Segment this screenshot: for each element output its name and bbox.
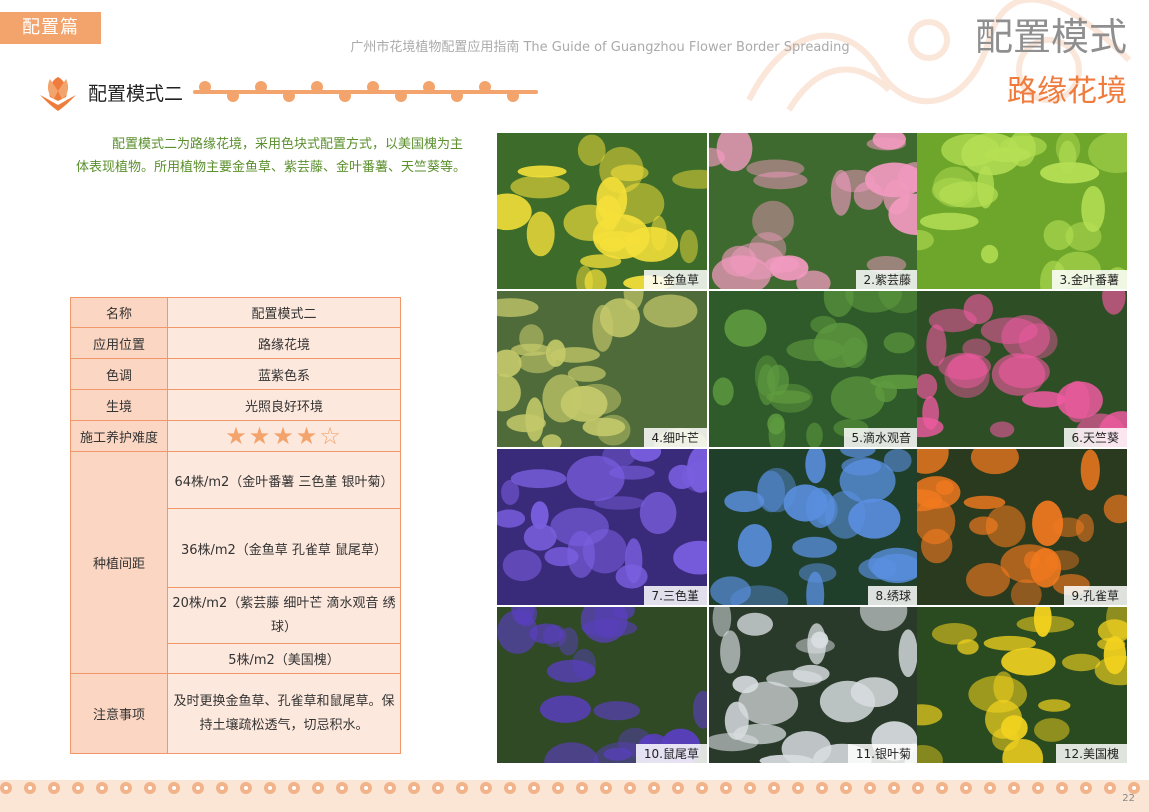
table-key: 施工养护难度 — [70, 420, 168, 452]
table-key: 生境 — [70, 389, 168, 421]
photo-placeholder — [709, 607, 919, 763]
photo-placeholder — [709, 291, 919, 447]
page-title: 配置模式 — [974, 15, 1127, 59]
plant-photo: 8.绣球 — [709, 449, 919, 605]
plant-photo: 10.鼠尾草 — [497, 607, 707, 763]
photo-placeholder — [497, 607, 707, 763]
note-value: 及时更换金鱼草、孔雀草和鼠尾草。保持土壤疏松透气，切忌积水。 — [167, 673, 401, 754]
spacing-value: 20株/m2（紫芸藤 细叶芒 滴水观音 绣球） — [167, 587, 401, 644]
guide-title: 广州市花境植物配置应用指南 The Guide of Guangzhou Flo… — [350, 40, 850, 55]
photo-placeholder — [709, 449, 919, 605]
plant-photo: 9.孔雀草 — [917, 449, 1127, 605]
photo-caption: 7.三色堇 — [643, 586, 707, 605]
photo-caption: 2.紫芸藤 — [855, 270, 919, 289]
spacing-value: 5株/m2（美国槐） — [167, 643, 401, 674]
plant-photo: 11.银叶菊 — [709, 607, 919, 763]
page-subtitle: 路缘花境 — [1007, 74, 1127, 109]
photo-placeholder — [497, 449, 707, 605]
section-tag: 配置篇 — [0, 12, 101, 44]
photo-placeholder — [497, 291, 707, 447]
spacing-value: 64株/m2（金叶番薯 三色堇 银叶菊） — [167, 451, 401, 509]
table-value: 配置模式二 — [167, 297, 401, 328]
plant-photo: 6.天竺葵 — [917, 291, 1127, 447]
table-value: 蓝紫色系 — [167, 358, 401, 390]
table-value: 光照良好环境 — [167, 389, 401, 421]
photo-placeholder — [917, 449, 1127, 605]
table-key: 应用位置 — [70, 327, 168, 359]
photo-placeholder — [709, 133, 919, 289]
page-number: 22 — [1122, 793, 1135, 804]
section-title: 配置模式二 — [88, 82, 184, 105]
photo-caption: 8.绣球 — [867, 586, 919, 605]
photo-caption: 5.滴水观音 — [843, 428, 919, 447]
photo-caption: 3.金叶番薯 — [1051, 270, 1127, 289]
plant-photo: 5.滴水观音 — [709, 291, 919, 447]
photo-placeholder — [917, 291, 1127, 447]
plant-photo: 12.美国槐 — [917, 607, 1127, 763]
plant-photo: 2.紫芸藤 — [709, 133, 919, 289]
table-key: 名称 — [70, 297, 168, 328]
photo-placeholder — [497, 133, 707, 289]
plant-photo: 3.金叶番薯 — [917, 133, 1127, 289]
plant-photo: 1.金鱼草 — [497, 133, 707, 289]
photo-caption: 9.孔雀草 — [1063, 586, 1127, 605]
table-row: 生境 光照良好环境 — [70, 389, 401, 421]
table-key: 注意事项 — [70, 673, 168, 754]
plant-photo: 4.细叶芒 — [497, 291, 707, 447]
photo-caption: 6.天竺葵 — [1063, 428, 1127, 447]
table-row: 注意事项 及时更换金鱼草、孔雀草和鼠尾草。保持土壤疏松透气，切忌积水。 — [70, 673, 401, 754]
table-row: 施工养护难度 ★★★★☆ — [70, 420, 401, 452]
plant-photo-grid: 1.金鱼草 2.紫芸藤 3.金叶番薯 4.细叶芒 5.滴水观音 6.天竺葵 7.三色堇 8.绣… — [497, 133, 1127, 763]
table-row: 应用位置 路缘花境 — [70, 327, 401, 359]
photo-caption: 4.细叶芒 — [643, 428, 707, 447]
table-row: 名称 配置模式二 — [70, 297, 401, 328]
tulip-icon — [40, 77, 76, 111]
ornament-border — [193, 81, 539, 102]
table-row: 色调 蓝紫色系 — [70, 358, 401, 390]
difficulty-stars: ★★★★☆ — [167, 420, 401, 452]
intro-paragraph: 配置模式二为路缘花境，采用色块式配置方式，以美国槐为主体表现植物。所用植物主要金… — [76, 137, 467, 175]
config-table: 名称 配置模式二 应用位置 路缘花境 色调 蓝紫色系 生境 光照良好环境 施工养… — [70, 297, 401, 754]
table-key: 种植间距 — [70, 451, 168, 674]
photo-placeholder — [917, 133, 1127, 289]
photo-placeholder — [917, 607, 1127, 763]
table-row: 种植间距 64株/m2（金叶番薯 三色堇 银叶菊） — [70, 451, 401, 674]
flower-border-strip — [0, 780, 1149, 812]
table-value: 路缘花境 — [167, 327, 401, 359]
spacing-value: 36株/m2（金鱼草 孔雀草 鼠尾草） — [167, 508, 401, 588]
section-heading: 配置模式二 — [36, 70, 539, 114]
photo-caption: 1.金鱼草 — [643, 270, 707, 289]
table-key: 色调 — [70, 358, 168, 390]
plant-photo: 7.三色堇 — [497, 449, 707, 605]
